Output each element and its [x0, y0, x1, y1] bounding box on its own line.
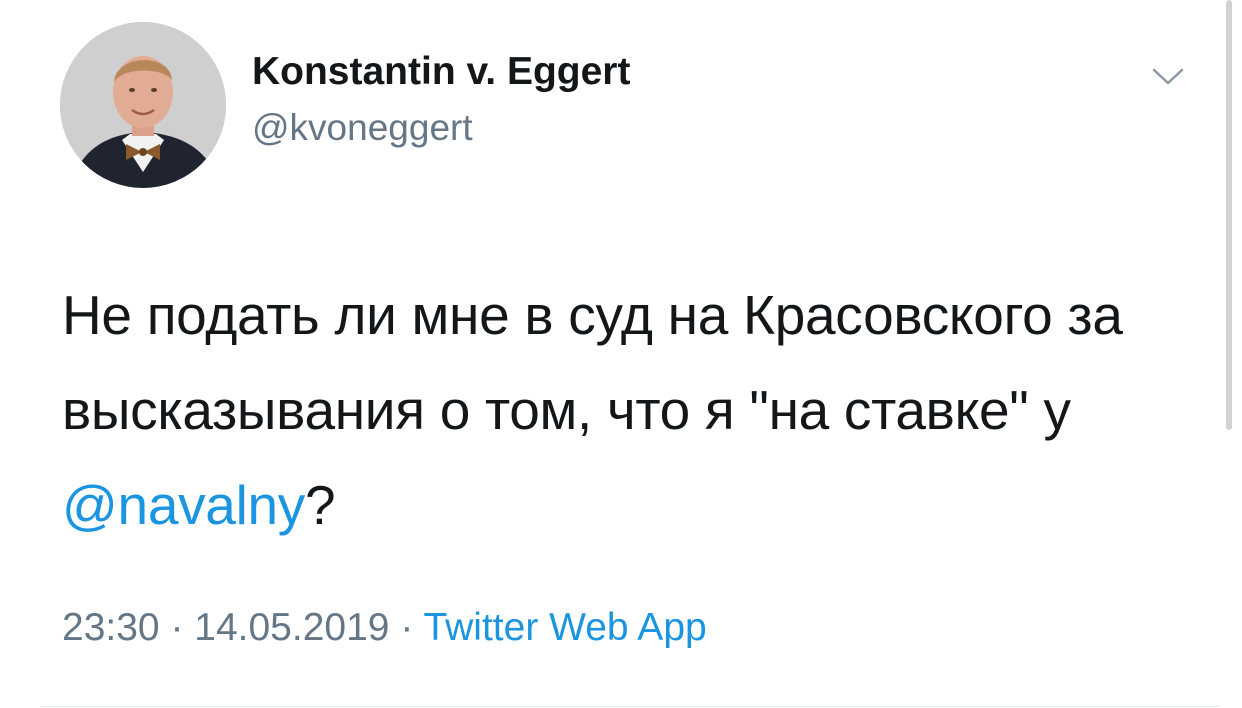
- tweet-meta: 23:30 · 14.05.2019 · Twitter Web App: [62, 606, 707, 650]
- meta-separator: ·: [159, 606, 195, 649]
- tweet-text-body: Не подать ли мне в суд на Красовского за…: [62, 284, 1123, 441]
- tweet-card: Konstantin v. Eggert @kvoneggert Не пода…: [0, 0, 1242, 708]
- meta-separator: ·: [389, 606, 424, 649]
- author-handle[interactable]: @kvoneggert: [252, 107, 473, 149]
- tweet-text-end: ?: [305, 474, 336, 536]
- author-display-name[interactable]: Konstantin v. Eggert: [252, 50, 630, 94]
- mention-link[interactable]: @navalny: [62, 474, 305, 536]
- tweet-source-link[interactable]: Twitter Web App: [423, 606, 706, 649]
- chevron-down-icon: [1152, 68, 1184, 85]
- tweet-time[interactable]: 23:30: [62, 606, 160, 649]
- tweet-menu-button[interactable]: [1150, 64, 1186, 88]
- tweet-text: Не подать ли мне в суд на Красовского за…: [62, 268, 1182, 553]
- scrollbar[interactable]: [1226, 0, 1232, 430]
- avatar-photo-icon: [60, 22, 226, 188]
- tweet-date[interactable]: 14.05.2019: [194, 606, 389, 649]
- author-avatar[interactable]: [60, 22, 226, 188]
- divider: [40, 706, 1220, 707]
